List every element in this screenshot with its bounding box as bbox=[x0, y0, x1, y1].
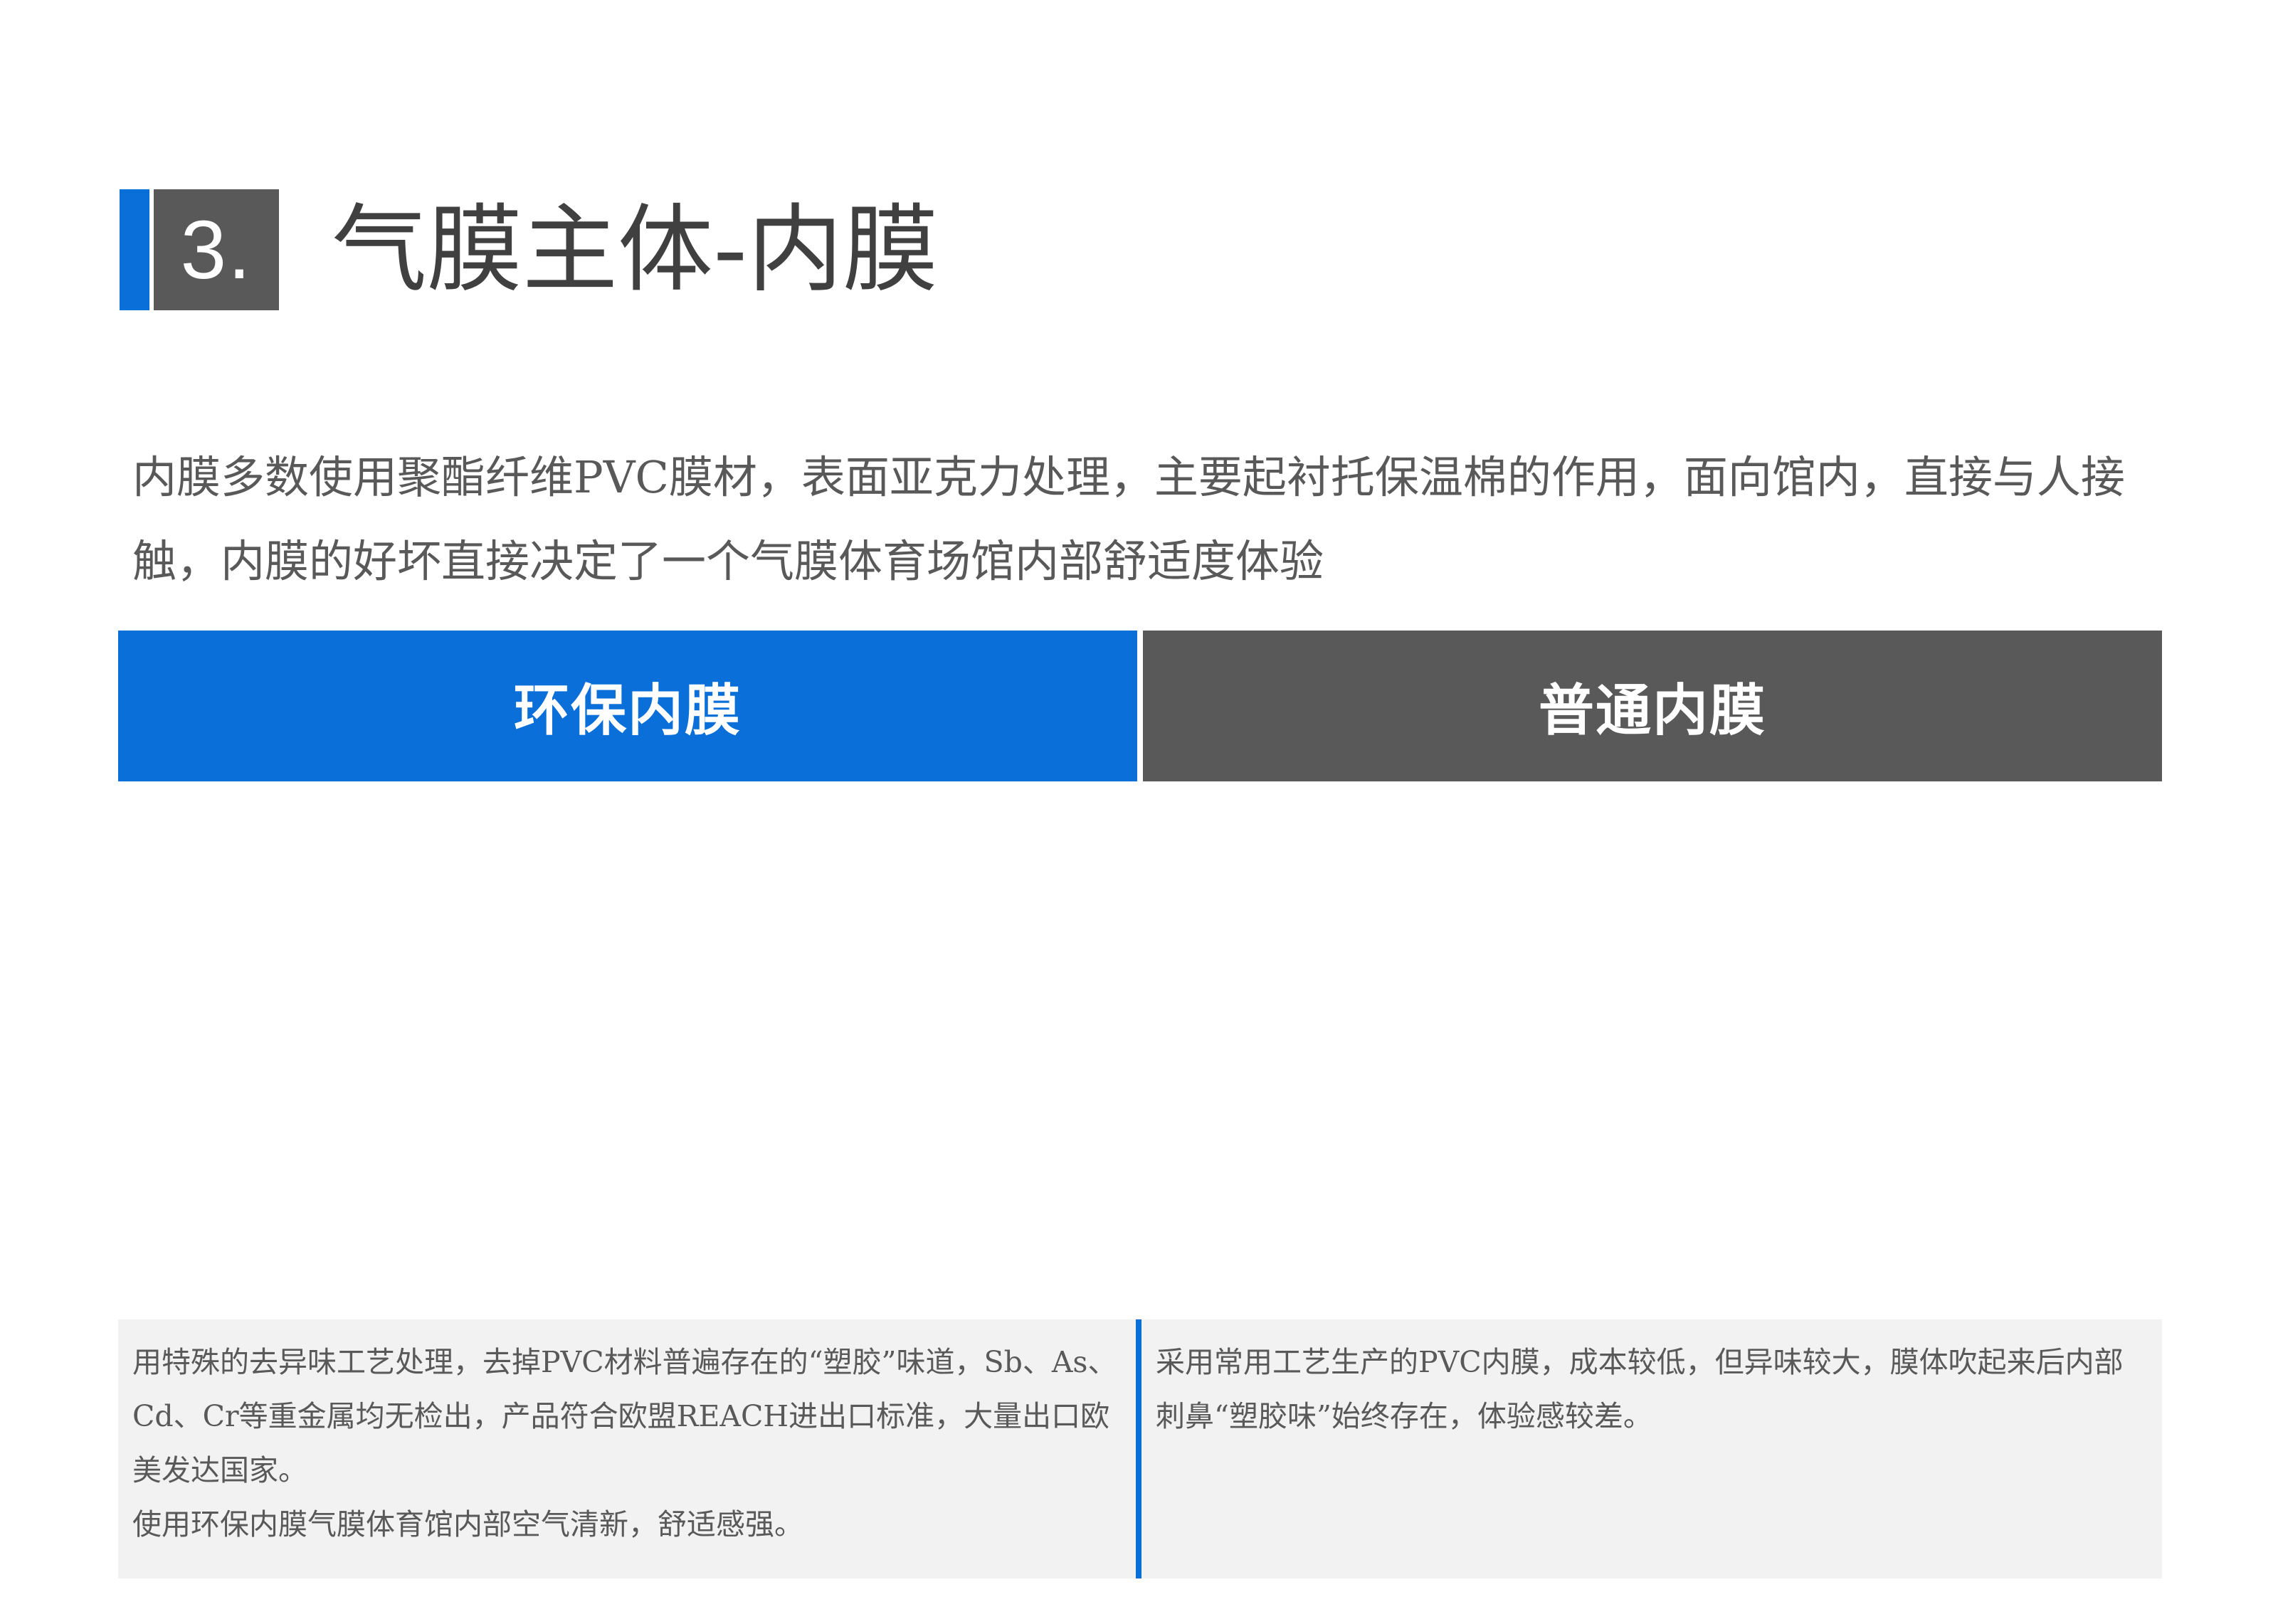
description-text: 使用环保内膜气膜体育馆内部空气清新，舒适感强。 bbox=[132, 1507, 803, 1541]
column-header-eco-inner-membrane: 环保内膜 bbox=[118, 631, 1137, 781]
intro-paragraph: 内膜多数使用聚酯纤维PVC膜材，表面亚克力处理，主要起衬托保温棉的作用，面向馆内… bbox=[132, 451, 2125, 587]
standard-membrane-description: 采用常用工艺生产的PVC内膜，成本较低，但异味较大，膜体吹起来后内部刺鼻“塑胶味… bbox=[1156, 1335, 2152, 1443]
column-header-label: 普通内膜 bbox=[1538, 679, 1766, 743]
eco-membrane-description: 用特殊的去异味工艺处理，去掉PVC材料普遍存在的“塑胶”味道，Sb、As、Cd、… bbox=[132, 1335, 1127, 1551]
section-number-badge: 3. bbox=[154, 189, 279, 310]
column-header-label: 环保内膜 bbox=[513, 679, 742, 743]
section-number: 3. bbox=[180, 204, 253, 296]
page-title: 气膜主体-内膜 bbox=[332, 194, 939, 305]
description-text: 采用常用工艺生产的PVC内膜，成本较低，但异味较大，膜体吹起来后内部刺鼻“塑胶味… bbox=[1156, 1345, 2124, 1433]
comparison-image-area bbox=[118, 781, 2162, 1314]
column-header-standard-inner-membrane: 普通内膜 bbox=[1143, 631, 2162, 781]
description-text: 用特殊的去异味工艺处理，去掉PVC材料普遍存在的“塑胶”味道，Sb、As、Cd、… bbox=[132, 1345, 1117, 1487]
heading-accent-bar bbox=[120, 189, 149, 310]
description-divider bbox=[1136, 1319, 1141, 1578]
